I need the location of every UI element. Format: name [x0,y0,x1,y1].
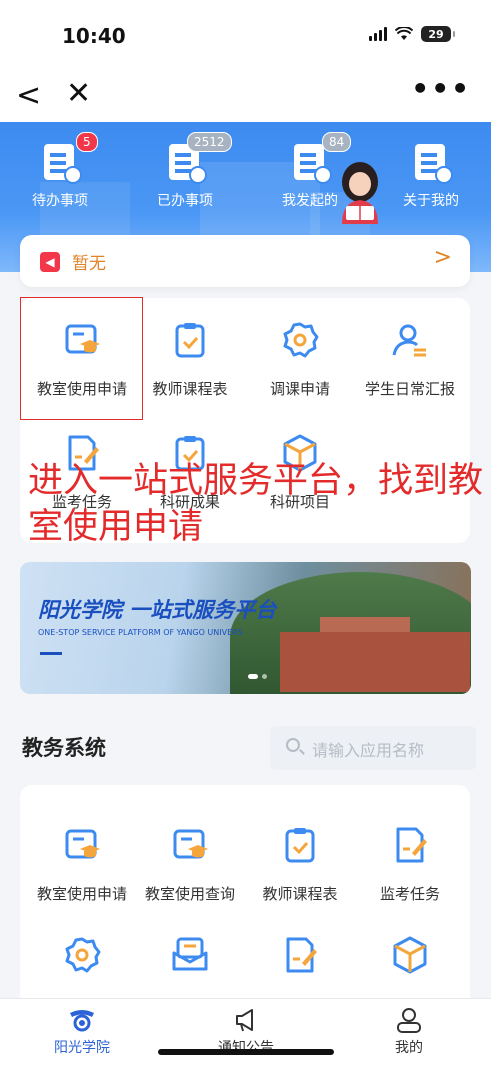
app-doc-edit[interactable] [240,935,360,979]
student-report-icon [392,324,426,357]
reading-girl-illustration [342,162,378,224]
service-label: 教师课程表 [152,380,228,398]
megaphone-icon: ◀ [40,252,60,272]
classroom-application-icon [65,829,100,859]
settings-gear-icon [65,937,101,973]
status-bar: 10:40 29 [0,0,491,72]
service-label: 调课申请 [269,380,330,398]
back-icon[interactable]: < [16,78,41,113]
service-student-daily-report[interactable]: 学生日常汇报 [350,320,470,399]
quick-action-label: 待办事项 [32,193,88,209]
status-icons: 29 [369,26,455,42]
promo-banner[interactable]: 阳光学院 一站式服务平台 ONE-STOP SERVICE PLATFORM O… [20,562,471,694]
home-indicator [158,1049,334,1055]
service-label: 学生日常汇报 [364,380,455,398]
done-count-badge: 2512 [187,132,232,152]
app-label: 教师课程表 [262,885,338,903]
done-doc-check-icon: 2512 [165,132,232,184]
tab-label: 阳光学院 [54,1040,110,1056]
banner-accent-line [40,652,62,655]
app-invigilation-task[interactable]: 监考任务 [350,825,470,904]
notice-text: 暂无 [72,254,106,274]
cube-icon [393,936,427,974]
initiated-count-badge: 84 [322,132,352,152]
section-title: 教务系统 [22,736,106,760]
tab-campus-home[interactable]: 阳光学院 [32,1007,132,1057]
notice-bar[interactable]: ◀ 暂无 > [20,235,470,287]
instruction-annotation: 进入一站式服务平台，找到教室使用申请 [28,461,484,547]
quick-action-label: 关于我的 [403,193,459,209]
app-cube[interactable] [350,935,470,979]
megaphone-icon [236,1009,253,1032]
quick-action-pending[interactable]: 5 待办事项 [5,132,115,210]
pending-count-badge: 5 [76,132,98,152]
app-classroom-query[interactable]: 教室使用查询 [130,825,250,904]
quick-action-done[interactable]: 2512 已办事项 [130,132,240,210]
reschedule-gear-icon [283,322,319,358]
cellular-signal-icon [369,27,387,41]
classroom-query-icon [173,829,208,859]
app-search-input[interactable]: 请输入应用名称 [270,726,476,770]
academic-apps-card: 教室使用申请 教室使用查询 教师课程表 监考任务 [20,785,470,1015]
app-settings[interactable] [22,935,142,979]
banner-title: 阳光学院 一站式服务平台 [38,598,277,622]
status-time: 10:40 [62,24,126,48]
bottom-tab-bar: 阳光学院 通知公告 我的 [0,998,491,1066]
search-placeholder: 请输入应用名称 [312,741,425,760]
battery-icon: 29 [421,26,455,42]
tab-label: 我的 [395,1040,423,1056]
app-teacher-schedule[interactable]: 教师课程表 [240,825,360,904]
tab-me[interactable]: 我的 [359,1007,459,1057]
carousel-indicator[interactable] [248,674,267,679]
search-icon [286,738,300,752]
app-envelope[interactable] [130,935,250,979]
more-icon[interactable]: ••• [411,72,471,105]
nav-bar: < ✕ ••• [0,72,491,122]
campus-logo-icon [70,1010,94,1032]
user-icon [397,1008,421,1033]
pending-doc-clock-icon: 5 [40,132,98,184]
initiated-doc-flag-icon: 84 [290,132,352,184]
teacher-schedule-icon [285,828,315,863]
app-label: 教室使用查询 [144,885,235,903]
chevron-right-icon: > [433,245,452,270]
campus-building-illustration [280,632,470,692]
quick-action-about-me[interactable]: 关于我的 [376,140,486,210]
doc-edit-icon [286,937,317,973]
about-me-doc-user-icon [411,140,453,184]
highlight-box [20,297,143,420]
app-label: 教室使用申请 [36,885,127,903]
app-classroom-application[interactable]: 教室使用申请 [22,825,142,904]
invigilation-task-icon [396,827,427,863]
quick-action-label: 已办事项 [157,193,213,209]
app-label: 监考任务 [379,885,440,903]
service-teacher-schedule[interactable]: 教师课程表 [130,320,250,399]
teacher-schedule-icon [175,323,205,358]
service-reschedule-application[interactable]: 调课申请 [240,320,360,399]
close-icon[interactable]: ✕ [66,76,91,111]
banner-subtitle: ONE-STOP SERVICE PLATFORM OF YANGO UNIVE… [38,628,243,637]
wifi-icon [395,27,413,40]
envelope-icon [172,937,208,971]
